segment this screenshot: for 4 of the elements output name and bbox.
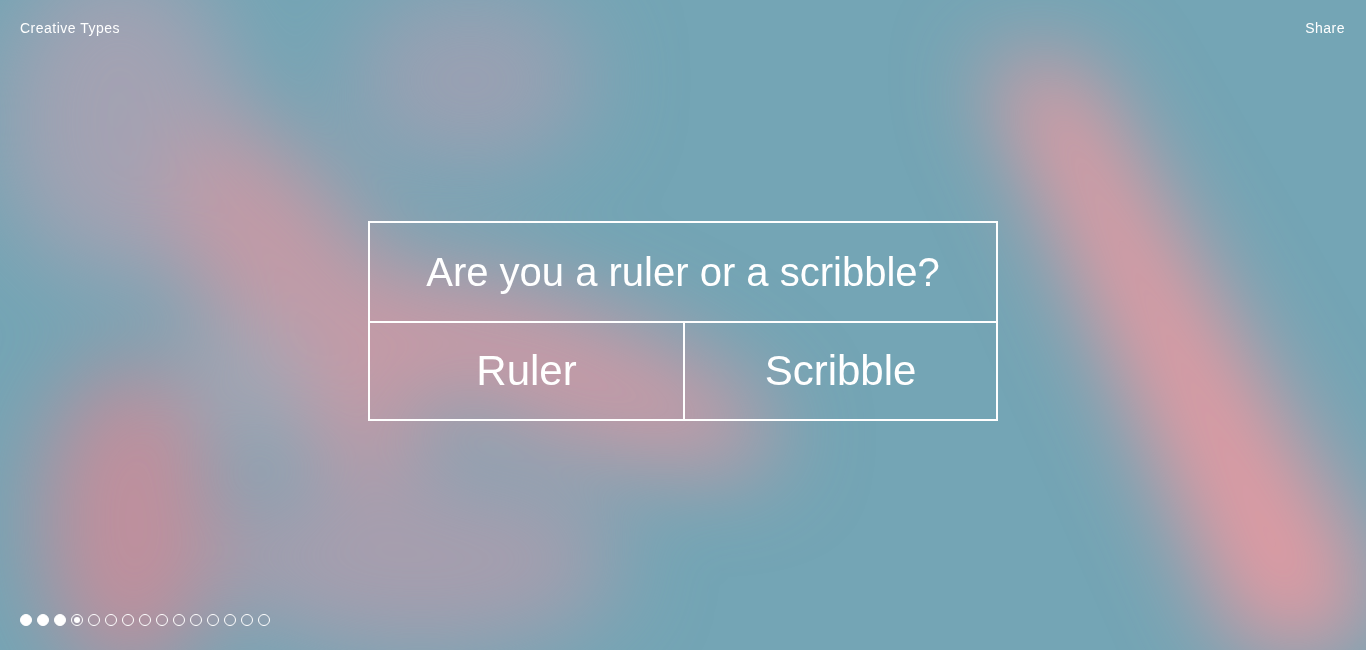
site-title: Creative Types	[20, 20, 121, 36]
question-text: Are you a ruler or a scribble?	[370, 223, 996, 323]
share-link[interactable]: Share	[1305, 20, 1345, 36]
answer-button[interactable]: Scribble	[683, 323, 996, 419]
